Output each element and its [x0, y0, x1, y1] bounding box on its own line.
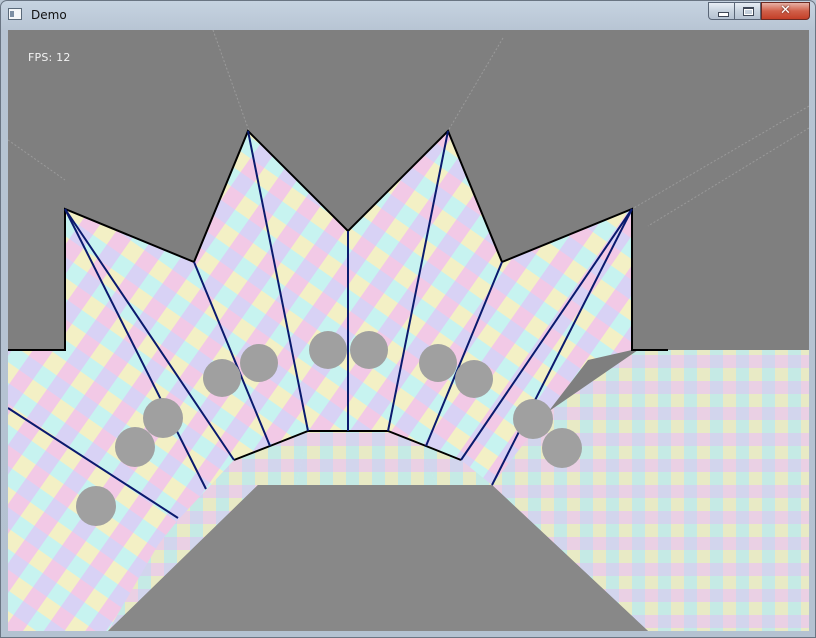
minimize-icon: [709, 3, 734, 19]
maximize-icon: [735, 3, 760, 19]
app-window: Demo ✕ FPS: 12: [0, 0, 816, 638]
close-icon: ✕: [780, 3, 791, 18]
render-viewport[interactable]: FPS: 12: [8, 30, 809, 631]
title-bar[interactable]: Demo ✕: [1, 1, 815, 29]
scene-canvas: [8, 30, 809, 631]
maximize-button[interactable]: [734, 2, 761, 20]
close-button[interactable]: ✕: [761, 2, 810, 20]
fps-counter: FPS: 12: [28, 51, 71, 64]
app-icon[interactable]: [8, 8, 22, 20]
window-title: Demo: [31, 8, 67, 22]
minimize-button[interactable]: [708, 2, 735, 20]
